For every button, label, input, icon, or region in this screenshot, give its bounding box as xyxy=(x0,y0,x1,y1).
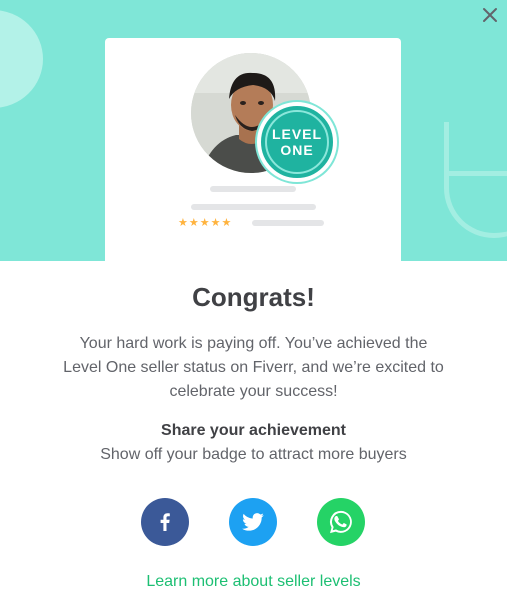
placeholder-title-bar xyxy=(191,204,316,210)
page-title: Congrats! xyxy=(192,282,315,312)
share-whatsapp-button[interactable] xyxy=(317,498,365,546)
badge-line-2: ONE xyxy=(280,142,314,158)
decorative-arc xyxy=(444,122,507,238)
learn-more-link[interactable]: Learn more about seller levels xyxy=(0,573,507,591)
twitter-icon xyxy=(242,513,264,531)
decorative-circle xyxy=(0,10,43,108)
share-twitter-button[interactable] xyxy=(229,498,277,546)
share-facebook-button[interactable] xyxy=(141,498,189,546)
whatsapp-icon xyxy=(330,510,352,534)
placeholder-name-bar xyxy=(210,186,296,192)
placeholder-reviews-bar xyxy=(252,220,324,226)
congrats-message: Your hard work is paying off. You’ve ach… xyxy=(63,335,444,400)
decorative-arc-line xyxy=(444,171,507,176)
share-subtitle: Show off your badge to attract more buye… xyxy=(100,446,407,463)
share-heading: Share your achievement xyxy=(161,422,346,439)
hero-banner: LEVEL ONE ★★★★★ xyxy=(0,0,507,261)
close-icon xyxy=(483,8,497,22)
level-one-badge: LEVEL ONE xyxy=(257,102,337,182)
close-button[interactable] xyxy=(479,4,501,26)
rating-stars: ★★★★★ xyxy=(178,216,233,229)
badge-line-1: LEVEL xyxy=(271,126,323,142)
facebook-icon xyxy=(160,513,170,531)
